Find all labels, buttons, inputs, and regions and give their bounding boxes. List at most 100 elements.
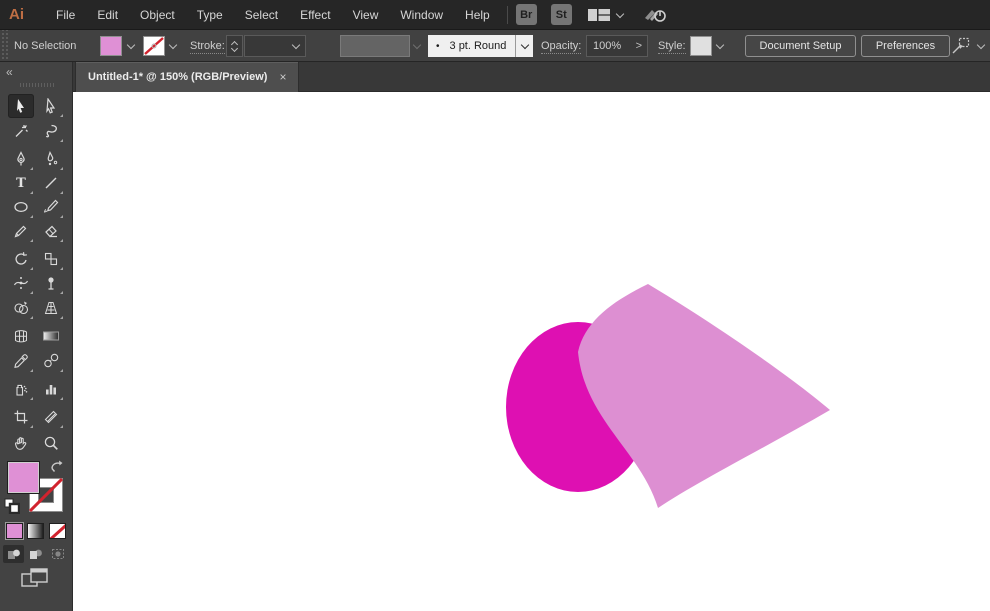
tool-mesh[interactable] bbox=[8, 324, 34, 348]
brush-chevron-button[interactable] bbox=[515, 35, 533, 57]
tool-column-graph[interactable] bbox=[38, 377, 64, 401]
mesh-tool-icon bbox=[15, 330, 27, 343]
none-button[interactable] bbox=[49, 523, 66, 539]
style-swatch[interactable] bbox=[690, 36, 712, 56]
tool-paintbrush[interactable] bbox=[38, 195, 64, 219]
workspace-chevron-icon[interactable] bbox=[615, 10, 625, 20]
brush-chevron-icon bbox=[520, 41, 530, 51]
fill-indicator-swatch[interactable] bbox=[7, 461, 40, 494]
document-setup-button[interactable]: Document Setup bbox=[745, 35, 856, 57]
tab-close-icon[interactable]: × bbox=[279, 70, 286, 84]
menu-file[interactable]: File bbox=[45, 1, 86, 29]
tool-puppet-warp[interactable] bbox=[38, 271, 64, 295]
tool-selection[interactable] bbox=[8, 94, 34, 118]
tool-magic-wand[interactable] bbox=[8, 119, 34, 143]
menu-bar: Ai File Edit Object Type Select Effect V… bbox=[0, 0, 990, 30]
stroke-weight-chevron-icon[interactable] bbox=[291, 41, 301, 51]
default-fill-stroke-icon[interactable] bbox=[4, 498, 20, 514]
tools-panel: « T bbox=[0, 62, 73, 611]
gradient-button[interactable] bbox=[27, 523, 44, 539]
color-button[interactable] bbox=[6, 523, 23, 539]
brush-preview-icon: • bbox=[436, 40, 440, 52]
stroke-weight-stepper[interactable] bbox=[226, 35, 243, 57]
style-chevron-icon[interactable] bbox=[715, 41, 725, 51]
stroke-chevron-icon[interactable] bbox=[168, 41, 178, 51]
menu-view[interactable]: View bbox=[342, 1, 390, 29]
fill-color-swatch[interactable] bbox=[100, 36, 122, 56]
shape-builder-tool-icon bbox=[14, 301, 29, 315]
ellipse-tool-icon bbox=[14, 201, 28, 213]
stroke-weight-label[interactable]: Stroke: bbox=[190, 40, 225, 54]
scale-tool-icon bbox=[44, 252, 58, 266]
line-segment-tool-icon bbox=[45, 177, 57, 189]
opacity-label[interactable]: Opacity: bbox=[541, 40, 582, 54]
tool-blend[interactable] bbox=[38, 349, 64, 373]
tool-eyedropper[interactable] bbox=[8, 349, 34, 373]
preferences-button[interactable]: Preferences bbox=[861, 35, 950, 57]
width-tool-icon bbox=[13, 277, 29, 289]
selection-status: No Selection bbox=[14, 40, 77, 52]
artwork bbox=[506, 284, 830, 508]
artboard-tool-icon bbox=[14, 410, 28, 424]
draw-behind-button[interactable] bbox=[25, 545, 46, 563]
tool-pen[interactable] bbox=[8, 147, 34, 171]
stock-button[interactable]: St bbox=[550, 4, 572, 25]
select-similar-chevron-icon[interactable] bbox=[976, 41, 986, 51]
tool-symbol-sprayer[interactable] bbox=[8, 377, 34, 401]
tool-rotate[interactable] bbox=[8, 247, 34, 271]
tool-perspective-grid[interactable] bbox=[38, 296, 64, 320]
artboard-canvas[interactable] bbox=[73, 92, 990, 611]
tools-panel-grip[interactable] bbox=[20, 83, 54, 87]
menu-window[interactable]: Window bbox=[389, 1, 454, 29]
opacity-value[interactable]: 100% bbox=[593, 40, 621, 52]
gpu-performance-icon[interactable] bbox=[643, 6, 669, 24]
menu-object[interactable]: Object bbox=[129, 1, 186, 29]
column-graph-tool-icon bbox=[46, 385, 56, 395]
bridge-button[interactable]: Br bbox=[515, 4, 537, 25]
tool-artboard[interactable] bbox=[8, 405, 34, 429]
tool-line-segment[interactable] bbox=[38, 171, 64, 195]
menu-select[interactable]: Select bbox=[234, 1, 289, 29]
tool-shaper[interactable] bbox=[8, 219, 34, 243]
tool-lasso[interactable] bbox=[38, 119, 64, 143]
tool-scale[interactable] bbox=[38, 247, 64, 271]
select-similar-icon[interactable] bbox=[950, 37, 972, 55]
menu-edit[interactable]: Edit bbox=[86, 1, 129, 29]
controlbar-grip[interactable] bbox=[0, 30, 9, 61]
tool-slice[interactable] bbox=[38, 405, 64, 429]
stepper-down-icon[interactable] bbox=[232, 47, 238, 53]
opacity-spinner-icon[interactable]: > bbox=[636, 40, 642, 52]
menu-effect[interactable]: Effect bbox=[289, 1, 341, 29]
stroke-color-swatch[interactable] bbox=[143, 36, 165, 56]
brush-definition-dropdown[interactable]: • 3 pt. Round bbox=[428, 35, 516, 57]
workspace-switcher-icon[interactable] bbox=[587, 8, 610, 22]
eraser-tool-icon bbox=[45, 225, 57, 238]
tool-shape-builder[interactable] bbox=[8, 296, 34, 320]
document-tab[interactable]: Untitled-1* @ 150% (RGB/Preview) × bbox=[75, 62, 300, 92]
menu-type[interactable]: Type bbox=[186, 1, 234, 29]
change-screen-mode-icon[interactable] bbox=[20, 567, 50, 591]
document-tab-title: Untitled-1* @ 150% (RGB/Preview) bbox=[88, 71, 268, 83]
tool-hand[interactable] bbox=[8, 431, 34, 455]
tool-zoom[interactable] bbox=[38, 431, 64, 455]
menu-help[interactable]: Help bbox=[454, 1, 501, 29]
collapse-panel-icon[interactable]: « bbox=[6, 65, 13, 79]
slice-tool-icon bbox=[44, 410, 58, 424]
draw-inside-button[interactable] bbox=[47, 545, 68, 563]
tool-ellipse[interactable] bbox=[8, 195, 34, 219]
curvature-tool-icon bbox=[47, 151, 58, 166]
tool-eraser[interactable] bbox=[38, 219, 64, 243]
swap-fill-stroke-icon[interactable] bbox=[49, 459, 65, 473]
opacity-field[interactable]: 100% > bbox=[586, 35, 648, 57]
draw-normal-button[interactable] bbox=[3, 545, 24, 563]
tool-direct-selection[interactable] bbox=[38, 94, 64, 118]
draw-behind-icon bbox=[29, 549, 42, 559]
tool-gradient[interactable] bbox=[38, 324, 64, 348]
tool-type[interactable]: T bbox=[8, 171, 34, 195]
hand-tool-icon bbox=[14, 437, 27, 450]
fill-chevron-icon[interactable] bbox=[126, 41, 136, 51]
tool-curvature[interactable] bbox=[38, 147, 64, 171]
tool-width[interactable] bbox=[8, 271, 34, 295]
selection-tool-icon bbox=[17, 99, 24, 113]
stroke-weight-dropdown[interactable] bbox=[244, 35, 306, 57]
